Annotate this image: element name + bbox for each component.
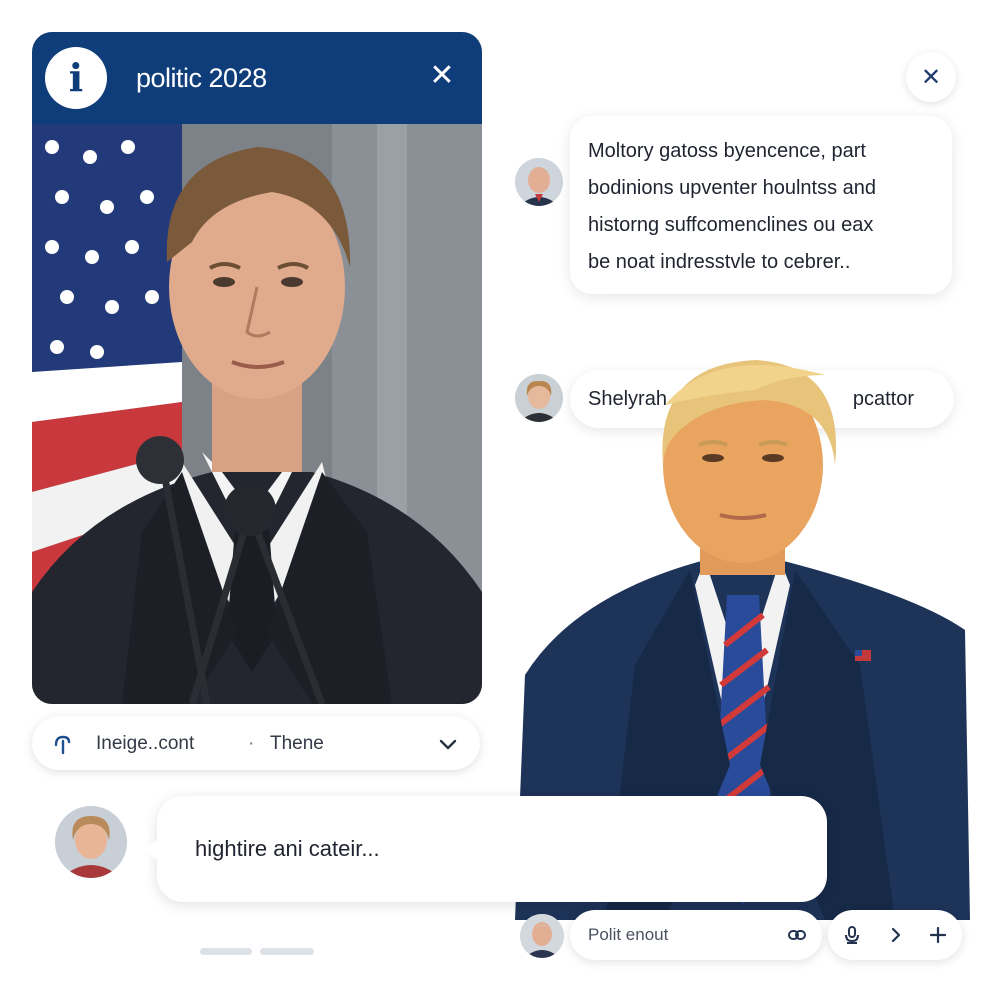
chevron-down-icon[interactable] bbox=[438, 734, 458, 754]
composer-actions bbox=[828, 910, 962, 960]
avatar-image bbox=[520, 914, 564, 958]
message-line: historng suffcomenclines ou eax bbox=[588, 214, 874, 236]
avatar[interactable] bbox=[515, 158, 563, 206]
plus-glyph bbox=[929, 926, 947, 944]
selector-separator: · bbox=[248, 733, 255, 754]
plus-icon[interactable] bbox=[922, 919, 954, 951]
source-selector[interactable]: Ineige..cont · Thene bbox=[32, 716, 480, 770]
avatar-image bbox=[515, 158, 563, 206]
avatar[interactable] bbox=[55, 806, 127, 878]
info-icon-glyph: i bbox=[68, 55, 84, 100]
pager-dot[interactable] bbox=[200, 948, 252, 955]
microphone-icon-glyph bbox=[845, 926, 859, 944]
message-line: be noat indresstvle to cebrer.. bbox=[588, 251, 851, 273]
chevron-right-glyph bbox=[891, 927, 901, 943]
message-line: Moltory gatoss byencence, part bbox=[588, 140, 866, 162]
card-header: i politic 2028 ✕ bbox=[32, 32, 482, 124]
link-icon[interactable] bbox=[788, 927, 806, 943]
chat-message-bubble: Moltory gatoss byencence, part bodinions… bbox=[570, 116, 952, 294]
filter-icon bbox=[54, 735, 71, 755]
info-icon[interactable]: i bbox=[45, 47, 107, 109]
close-icon: ✕ bbox=[920, 63, 942, 91]
close-button[interactable]: ✕ bbox=[906, 52, 956, 102]
chevron-right-icon[interactable] bbox=[880, 919, 912, 951]
selector-value: Ineige..cont bbox=[96, 733, 195, 754]
input-placeholder: Polit enout bbox=[588, 925, 669, 944]
chat-message-bubble: hightire ani cateir... bbox=[145, 796, 827, 902]
message-line: bodinions upventer houlntss and bbox=[588, 177, 876, 199]
profile-card: i politic 2028 ✕ bbox=[32, 32, 482, 704]
avatar-image bbox=[55, 806, 127, 878]
avatar[interactable] bbox=[520, 914, 564, 958]
speaker-photo bbox=[32, 32, 482, 704]
microphone-icon[interactable] bbox=[836, 919, 868, 951]
close-icon[interactable]: ✕ bbox=[426, 60, 458, 92]
bubble-tail bbox=[145, 840, 157, 860]
message-text: hightire ani cateir... bbox=[195, 836, 380, 861]
pager-dot[interactable] bbox=[260, 948, 314, 955]
card-title: politic 2028 bbox=[136, 63, 267, 93]
message-input[interactable]: Polit enout bbox=[570, 910, 822, 960]
selector-secondary: Thene bbox=[270, 733, 324, 754]
